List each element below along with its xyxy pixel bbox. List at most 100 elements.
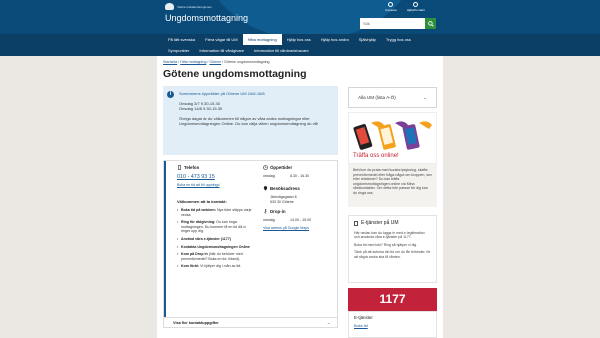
contact-option-item: Använd våra e-tjänster (1177) [177, 237, 254, 242]
contact-option-title: Kom förbi: [181, 264, 200, 269]
main-navigation: På lätt svenska Flera vägar till UM Hitta … [0, 34, 600, 56]
info-line-2: Onsdag 14/8 9.30-15.30 [179, 106, 223, 112]
phone-heading: Telefon [177, 165, 254, 170]
info-text: Sommarens öppettider på Götene UM 24/6-1… [179, 91, 334, 131]
nav-item-information-till-vårdgivare[interactable]: Information till vårdgivare [194, 45, 249, 56]
dropin-title: Drop-in [270, 209, 286, 214]
nav-item-flera-vägar-till-um[interactable]: Flera vägar till UM [200, 34, 242, 45]
hours-day: onsdag [263, 174, 275, 178]
dropin-row: onsdag 14.00 - 15.00 [263, 218, 338, 222]
chevron-down-icon: ⌄ [326, 321, 330, 325]
mottagning-select[interactable]: Alla UM (lista A-Ö) ⌄ [348, 87, 437, 108]
info-heading: Sommarens öppettider på Götene UM 24/6-1… [179, 91, 265, 96]
brand-name: Västra Götalandsregionen [177, 4, 212, 9]
info-notice: i Sommarens öppettider på Götene UM 24/6… [163, 86, 338, 155]
nav-item-sympunkter[interactable]: Sympunkter [163, 45, 194, 56]
site-title[interactable]: Ungdomsmottagning [165, 13, 248, 23]
hours-time: 8.30 - 16.30 [290, 174, 310, 178]
nav-item-information-till-vårdnadshavare[interactable]: Information till vårdnadshavare [249, 45, 314, 56]
contact-option-item: Boka tid på webben: Nya tider släpps var… [177, 208, 254, 217]
dropin-heading: Drop-in [263, 209, 338, 214]
info-line-1: Onsdag 3/7 9.30-15.30 [179, 100, 220, 106]
e-services-p2: Boka tid med toki? Ring så hjälper vi di… [354, 242, 418, 247]
contact-card: Telefon 010 - 473 93 15 Boka en tid att … [163, 160, 338, 328]
contact-option-item: Kontakta Ungdomsmottagningen Online [177, 245, 254, 250]
contact-option-title: Kontakta Ungdomsmottagningen Online [181, 244, 250, 249]
breadcrumb-startsida[interactable]: Startsida [163, 60, 177, 64]
nav-item-trygg-hos-oss[interactable]: Trygg hos oss [381, 34, 416, 45]
accessibility-icon [388, 2, 394, 7]
online-meeting-text: Behöver du prata med kurator/psykolog, s… [348, 164, 437, 207]
nav-item-hitta-mottagning[interactable]: Hitta mottagning [242, 34, 282, 45]
hours-heading: Öppettider [263, 165, 338, 170]
info-body: Övriga dagar är du välkommen till någon … [179, 115, 319, 127]
page-title: Götene ungdomsmottagning [163, 68, 307, 80]
e-services-p3: Tänk på att avboka din tid om du får för… [354, 250, 431, 259]
contact-option-title: Kom på Drop in [181, 252, 208, 257]
dropin-day: onsdag [263, 218, 275, 222]
accessibility-button[interactable]: Anpassa [385, 2, 397, 12]
clock-icon [263, 165, 268, 170]
e-services-link-label: E-tjänster [354, 315, 373, 320]
google-maps-link[interactable]: Visa adress på Google Maps [263, 226, 338, 230]
info-icon: i [167, 91, 174, 98]
contact-option-item: Ring för rådgivning: Du kan ringa mottag… [177, 220, 254, 234]
breadcrumb: Startsida / Hitta mottagning / Götene / … [163, 60, 270, 64]
e-services-title: E-tjänster på UM [361, 220, 399, 226]
online-meeting-link[interactable]: Träffa oss online! [353, 153, 399, 159]
e-services-box: E-tjänster på UM Här nedan kan du logga … [348, 215, 437, 283]
help-label: Hjälp/Kontakt [406, 8, 425, 12]
nav-item-självhjälp[interactable]: Självhjälp [354, 34, 381, 45]
site-header: Västra Götalandsregionen Ungdomsmottagni… [0, 0, 600, 34]
contact-left-column: Telefon 010 - 473 93 15 Boka en tid att … [177, 165, 254, 272]
callback-link[interactable]: Boka en tid att bli uppringd [177, 183, 254, 187]
contact-option-text: Vi hjälper dig i mån av tid. [199, 264, 242, 269]
help-contact-button[interactable]: Hjälp/Kontakt [407, 2, 425, 12]
contact-options-list: Boka tid på webben: Nya tider släpps var… [177, 208, 254, 269]
e-services-link-box: E-tjänster Boka tid [348, 311, 437, 338]
contact-right-column: Öppettider onsdag 8.30 - 16.30 Besöksadr… [263, 165, 338, 230]
welcome-title: Välkommen att ta kontakt: [177, 199, 227, 204]
walk-in-icon [263, 209, 268, 214]
contact-option-title: Ring för rådgivning: [181, 220, 216, 225]
phone-title: Telefon [184, 165, 200, 170]
address-title: Besöksadress [270, 186, 300, 191]
help-icon [413, 2, 419, 7]
hours-title: Öppettider [270, 165, 293, 170]
contact-option-item: Kom förbi: Vi hjälper dig i mån av tid. [177, 264, 254, 269]
contact-option-title: Använd våra e-tjänster (1177) [181, 236, 231, 241]
nav-item-på-lätt-svenska[interactable]: På lätt svenska [163, 34, 200, 45]
phone-number-link[interactable]: 010 - 473 93 15 [177, 174, 254, 180]
contact-option-item: Kom på Drop in (När du behöver med preve… [177, 252, 254, 261]
brand-logo[interactable]: Västra Götalandsregionen [165, 3, 212, 10]
search-icon [427, 20, 434, 27]
address-heading: Besöksadress [263, 186, 338, 191]
search-form [360, 18, 436, 29]
more-contact-toggle[interactable]: Visa fler kontaktuppgifter ⌄ [164, 317, 337, 328]
vgr-logo-icon [165, 3, 174, 10]
e-services-p1: Här nedan kan du logga in med e-legitima… [354, 231, 425, 240]
search-input[interactable] [360, 18, 425, 29]
mottagning-select-value: Alla UM (lista A-Ö) [358, 95, 396, 100]
phone-icon [177, 165, 182, 170]
hours-row: onsdag 8.30 - 16.30 [263, 174, 338, 178]
banner-1177[interactable]: 1177 [348, 288, 437, 311]
nav-item-hjälp-hos-oss[interactable]: Hjälp hos oss [282, 34, 316, 45]
info-hours: Onsdag 3/7 9.30-15.30 Onsdag 14/8 9.30-15… [179, 101, 334, 112]
address-line-2: 533 30 Götene [270, 200, 294, 204]
header-utilities: Anpassa Hjälp/Kontakt [385, 2, 425, 12]
accessibility-label: Anpassa [385, 8, 397, 12]
contact-option-title: Boka tid på webben: [181, 208, 216, 212]
dropin-time: 14.00 - 15.00 [290, 218, 312, 222]
breadcrumb-gotene[interactable]: Götene [209, 60, 221, 64]
chevron-down-icon: ⌄ [423, 95, 427, 100]
nav-row-secondary: Sympunkter Information till vårdgivare Inf… [163, 45, 314, 56]
breadcrumb-current: Götene ungdomsmottagning [224, 60, 270, 64]
breadcrumb-hitta-mottagning[interactable]: Hitta mottagning [180, 60, 206, 64]
nav-row-primary: På lätt svenska Flera vägar till UM Hitta … [163, 34, 416, 45]
search-button[interactable] [425, 18, 436, 29]
book-appointment-link[interactable]: Boka tid [354, 324, 368, 328]
document-icon [354, 220, 358, 226]
nav-item-hjälp-hos-andra[interactable]: Hjälp hos andra [316, 34, 354, 45]
e-services-heading: E-tjänster på UM [354, 220, 431, 226]
